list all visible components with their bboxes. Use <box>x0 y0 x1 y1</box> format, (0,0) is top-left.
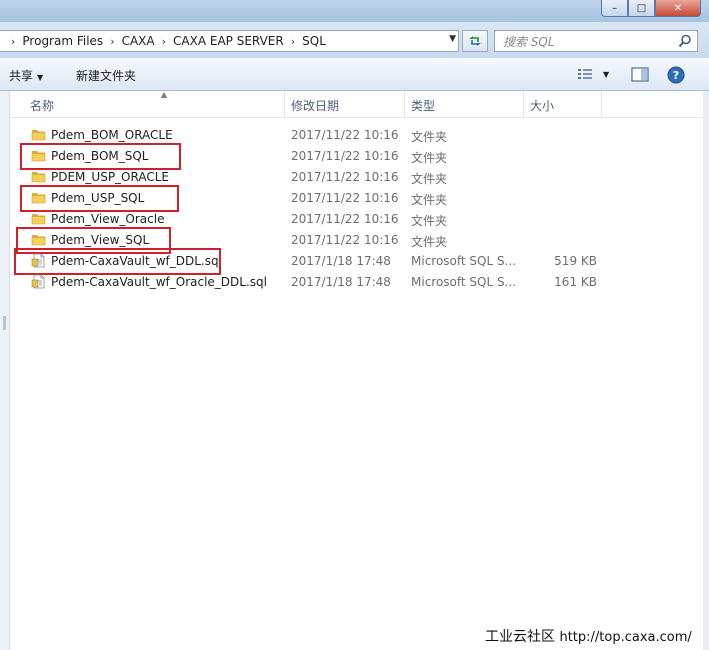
column-header: ▲ 名称 修改日期 类型 大小 <box>11 90 703 118</box>
maximize-button[interactable]: □ <box>628 0 655 17</box>
search-icon[interactable] <box>678 34 692 48</box>
file-date-modified: 2017/11/22 10:16 <box>291 212 399 226</box>
file-type: 文件夹 <box>411 235 448 249</box>
file-date-modified: 2017/11/22 10:16 <box>291 233 399 247</box>
file-type: 文件夹 <box>411 193 448 207</box>
title-bar: – □ ✕ <box>0 0 709 22</box>
sql-file-icon <box>31 253 46 271</box>
file-type: 文件夹 <box>411 172 448 186</box>
breadcrumb-separator-icon[interactable]: › <box>162 35 166 48</box>
table-row[interactable]: Pdem_View_SQL 2017/11/22 10:16 文件夹 <box>0 227 709 254</box>
watermark-url: http://top.caxa.com/ <box>559 630 692 645</box>
file-date-modified: 2017/1/18 17:48 <box>291 254 391 268</box>
file-type: Microsoft SQL S... <box>411 275 517 289</box>
close-button[interactable]: ✕ <box>655 0 701 17</box>
change-view-button[interactable]: ▼ <box>577 67 609 81</box>
table-row[interactable]: Pdem-CaxaVault_wf_DDL.sql 2017/1/18 17:48… <box>0 248 709 275</box>
details-view-icon <box>578 69 592 79</box>
table-row[interactable]: Pdem_USP_SQL 2017/11/22 10:16 文件夹 <box>0 185 709 212</box>
breadcrumb-item[interactable]: Program Files <box>22 34 103 48</box>
watermark-brand: 工业云社区 <box>485 629 555 645</box>
share-button[interactable]: 共享 ▼ <box>9 67 43 84</box>
file-name: Pdem_BOM_ORACLE <box>51 128 173 142</box>
help-icon: ? <box>667 66 685 84</box>
file-type: 文件夹 <box>411 214 448 228</box>
file-name: Pdem_View_SQL <box>51 233 150 247</box>
breadcrumb: › Program Files › CAXA › CAXA EAP SERVER › SQL <box>0 34 326 48</box>
file-date-modified: 2017/11/22 10:16 <box>291 149 399 163</box>
file-type: 文件夹 <box>411 151 448 165</box>
breadcrumb-item[interactable]: CAXA <box>122 34 155 48</box>
folder-icon <box>31 211 46 229</box>
address-row: › Program Files › CAXA › CAXA EAP SERVER › SQL … <box>0 22 709 58</box>
preview-pane-icon <box>631 67 649 82</box>
breadcrumb-separator-icon[interactable]: › <box>110 35 114 48</box>
help-button[interactable]: ? <box>667 66 685 87</box>
preview-pane-button[interactable] <box>631 67 649 85</box>
sort-up-icon: ▲ <box>161 90 168 99</box>
minimize-button[interactable]: – <box>601 0 628 17</box>
sql-file-icon <box>31 274 46 292</box>
column-date-modified[interactable]: 修改日期 <box>291 97 339 114</box>
watermark: 工业云社区 http://top.caxa.com/ <box>485 626 692 646</box>
refresh-button[interactable] <box>462 30 488 52</box>
search-placeholder: 搜索 SQL <box>503 34 555 49</box>
breadcrumb-item[interactable]: CAXA EAP SERVER <box>173 34 284 48</box>
file-name: PDEM_USP_ORACLE <box>51 170 169 184</box>
folder-icon <box>31 232 46 250</box>
file-date-modified: 2017/1/18 17:48 <box>291 275 391 289</box>
table-row[interactable]: Pdem_BOM_SQL 2017/11/22 10:16 文件夹 <box>0 143 709 170</box>
search-input[interactable]: 搜索 SQL <box>494 30 698 52</box>
command-bar: 共享 ▼ 新建文件夹 ▼ ? <box>0 58 709 91</box>
file-name: Pdem_View_Oracle <box>51 212 165 226</box>
address-bar[interactable]: › Program Files › CAXA › CAXA EAP SERVER › SQL … <box>0 30 459 52</box>
table-row[interactable]: PDEM_USP_ORACLE 2017/11/22 10:16 文件夹 <box>0 167 709 188</box>
file-type: Microsoft SQL S... <box>411 254 517 268</box>
file-list-pane[interactable]: ▲ 名称 修改日期 类型 大小 Pdem_BOM_ORACLE 2017/11/2… <box>0 90 709 650</box>
file-rows: Pdem_BOM_ORACLE 2017/11/22 10:16 文件夹 Pdem_B… <box>0 125 709 293</box>
file-name: Pdem_USP_SQL <box>51 191 145 205</box>
folder-icon <box>31 190 46 208</box>
breadcrumb-item[interactable]: SQL <box>302 34 326 48</box>
column-name[interactable]: 名称 <box>30 97 54 114</box>
breadcrumb-separator-icon[interactable]: › <box>11 35 15 48</box>
view-dropdown-icon: ▼ <box>603 69 610 79</box>
new-folder-button[interactable]: 新建文件夹 <box>76 67 136 84</box>
file-date-modified: 2017/11/22 10:16 <box>291 170 399 184</box>
file-size: 161 KB <box>554 275 597 289</box>
svg-text:?: ? <box>673 69 679 82</box>
folder-icon <box>31 148 46 166</box>
address-dropdown-icon[interactable]: ▼ <box>449 34 456 44</box>
file-name: Pdem-CaxaVault_wf_DDL.sql <box>51 254 222 268</box>
file-date-modified: 2017/11/22 10:16 <box>291 191 399 205</box>
refresh-icon <box>469 36 481 46</box>
file-date-modified: 2017/11/22 10:16 <box>291 128 399 142</box>
file-name: Pdem-CaxaVault_wf_Oracle_DDL.sql <box>51 275 267 289</box>
table-row[interactable]: Pdem_View_Oracle 2017/11/22 10:16 文件夹 <box>0 209 709 230</box>
file-type: 文件夹 <box>411 130 448 144</box>
folder-icon <box>31 169 46 187</box>
column-type[interactable]: 类型 <box>411 97 435 114</box>
table-row[interactable]: Pdem_BOM_ORACLE 2017/11/22 10:16 文件夹 <box>0 125 709 146</box>
share-dropdown-icon: ▼ <box>37 73 44 82</box>
file-name: Pdem_BOM_SQL <box>51 149 149 163</box>
column-size[interactable]: 大小 <box>530 97 554 114</box>
breadcrumb-separator-icon[interactable]: › <box>291 35 295 48</box>
table-row[interactable]: Pdem-CaxaVault_wf_Oracle_DDL.sql 2017/1/1… <box>0 272 709 293</box>
window-controls: – □ ✕ <box>601 0 701 17</box>
file-size: 519 KB <box>554 254 597 268</box>
folder-icon <box>31 127 46 145</box>
share-label: 共享 <box>9 69 34 83</box>
